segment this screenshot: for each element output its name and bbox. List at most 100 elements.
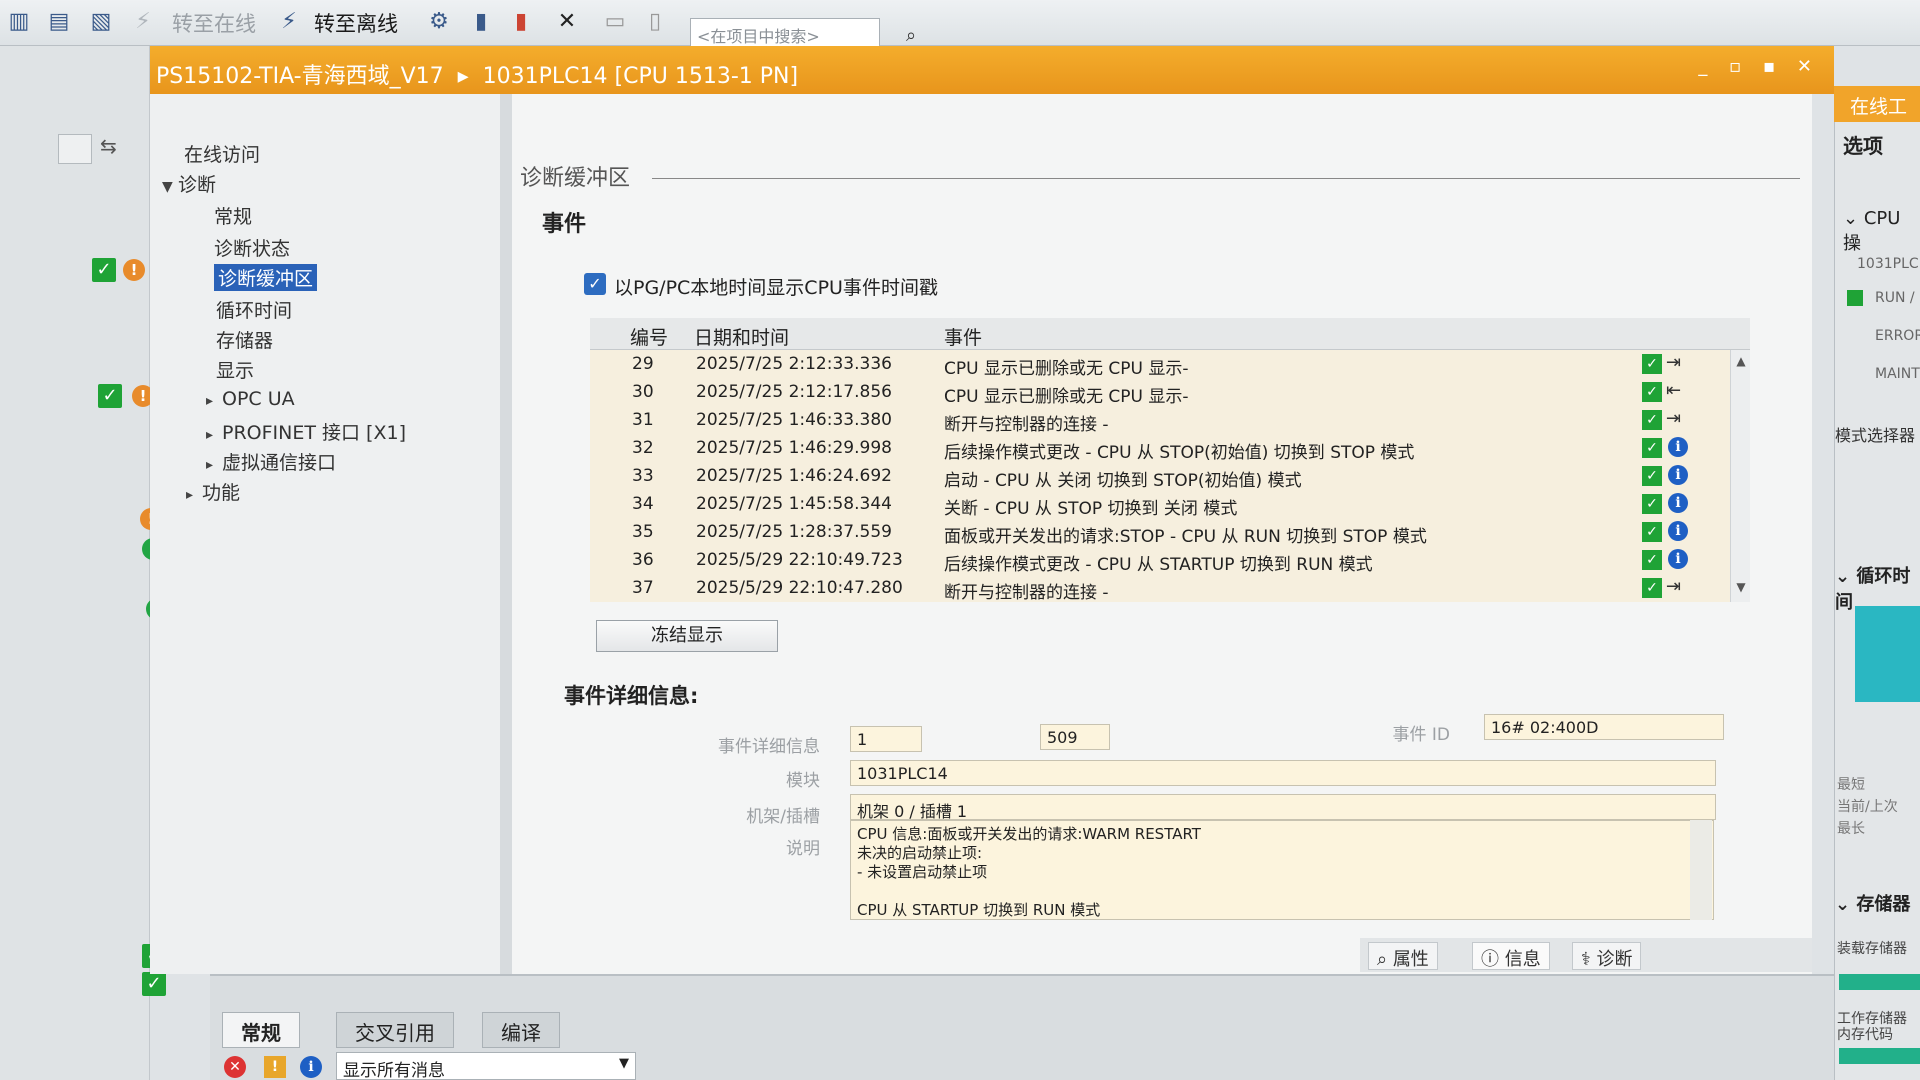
row-event: 面板或开关发出的请求:STOP - CPU 从 RUN 切换到 STOP 模式 (944, 527, 1427, 547)
pane-splitter[interactable] (500, 94, 512, 974)
split-horizontal-icon[interactable]: ▭ (600, 6, 630, 36)
table-row[interactable]: 36 2025/5/29 22:10:49.723 后续操作模式更改 - CPU… (590, 546, 1730, 575)
work-memory-sublabel: 内存代码 (1837, 1027, 1893, 1043)
detail-info-field-1: 1 (850, 726, 922, 752)
outgoing-event-icon: ⇥ (1666, 576, 1682, 597)
row-event: 启动 - CPU 从 关闭 切换到 STOP(初始值) 模式 (944, 471, 1302, 491)
section-heading: 诊断缓冲区 (520, 166, 631, 191)
status-ok-icon: ✓ (1642, 354, 1662, 374)
nav-online-access[interactable]: 在线访问 (184, 140, 260, 167)
split-vertical-icon[interactable]: ▯ (640, 6, 670, 36)
message-filter-select[interactable]: 显示所有消息 ▼ (336, 1052, 636, 1080)
nav-display[interactable]: 显示 (216, 356, 254, 383)
nav-diag-status[interactable]: 诊断状态 (214, 234, 290, 261)
open-project-icon[interactable]: ▥ (4, 6, 34, 36)
scroll-down-icon[interactable]: ▼ (1733, 580, 1749, 596)
column-event[interactable]: 事件 (944, 323, 982, 350)
table-row[interactable]: 30 2025/7/25 2:12:17.856 CPU 显示已删除或无 CPU… (590, 378, 1730, 407)
nav-functions[interactable]: ▸ 功能 (186, 478, 240, 505)
breadcrumb-arrow-icon: ▸ (457, 64, 469, 89)
event-id-label: 事件 ID (1392, 725, 1450, 745)
run-led-icon (1847, 290, 1863, 306)
description-scrollbar[interactable] (1690, 820, 1712, 920)
go-offline-button[interactable]: 转至离线 (314, 8, 398, 38)
tab-general[interactable]: 常规 (222, 1012, 300, 1048)
nav-cycle-time[interactable]: 循环时间 (216, 296, 292, 323)
list-view-icon[interactable] (58, 134, 92, 164)
info-tab[interactable]: ⓘ 信息 (1472, 942, 1550, 970)
nav-diag-buffer[interactable]: 诊断缓冲区 (214, 264, 318, 291)
print-icon[interactable]: ▧ (86, 6, 116, 36)
row-number: 29 (632, 354, 654, 374)
local-time-checkbox[interactable]: ✓ (584, 273, 606, 295)
table-row[interactable]: 29 2025/7/25 2:12:33.336 CPU 显示已删除或无 CPU… (590, 350, 1730, 379)
column-number[interactable]: 编号 (630, 323, 668, 350)
description-textarea[interactable]: CPU 信息:面板或开关发出的请求:WARM RESTART 未决的启动禁止项:… (850, 820, 1714, 920)
status-ok-icon: ✓ (1642, 550, 1662, 570)
table-row[interactable]: 35 2025/7/25 1:28:37.559 面板或开关发出的请求:STOP… (590, 518, 1730, 547)
table-row[interactable]: 34 2025/7/25 1:45:58.344 关断 - CPU 从 STOP… (590, 490, 1730, 519)
scroll-up-icon[interactable]: ▲ (1733, 354, 1749, 370)
info-filter-icon[interactable]: i (300, 1056, 322, 1078)
events-table-scrollbar[interactable]: ▲ ▼ (1730, 350, 1750, 602)
nav-general[interactable]: 常规 (214, 202, 252, 229)
go-offline-icon[interactable]: ⚡ (274, 6, 304, 36)
project-search-input[interactable]: <在项目中搜索> (690, 18, 880, 48)
chevron-down-icon: ⌄ (1835, 566, 1857, 587)
tree-view-icon[interactable]: ⇆ (100, 134, 134, 164)
table-row[interactable]: 37 2025/5/29 22:10:47.280 断开与控制器的连接 - ✓ … (590, 574, 1730, 603)
info-icon: i (1668, 549, 1688, 569)
triangle-right-icon: ▸ (186, 487, 194, 503)
row-number: 31 (632, 410, 654, 430)
rack-slot-field: 机架 0 / 插槽 1 (850, 794, 1716, 821)
outgoing-event-icon: ⇥ (1666, 352, 1682, 373)
window-controls[interactable]: _ ▫ ▪ ✕ (1698, 56, 1820, 77)
warning-filter-icon[interactable]: ! (264, 1056, 286, 1078)
table-row[interactable]: 32 2025/7/25 1:46:29.998 后续操作模式更改 - CPU … (590, 434, 1730, 463)
nav-memory[interactable]: 存储器 (216, 326, 273, 353)
accessible-devices-icon[interactable]: ⚙ (424, 6, 454, 36)
memory-section-header[interactable]: ⌄ 存储器 (1835, 890, 1910, 916)
warning-icon: ! (123, 259, 145, 281)
online-tools-tab[interactable]: 在线工 (1834, 86, 1920, 122)
table-row[interactable]: 33 2025/7/25 1:46:24.692 启动 - CPU 从 关闭 切… (590, 462, 1730, 491)
work-memory-bar (1839, 1048, 1920, 1064)
nav-virtual-interface[interactable]: ▸ 虚拟通信接口 (206, 448, 336, 475)
triangle-down-icon: ▼ (162, 179, 173, 195)
status-ok-icon: ✓ (1642, 382, 1662, 402)
events-table: 29 2025/7/25 2:12:33.336 CPU 显示已删除或无 CPU… (590, 350, 1730, 603)
cpu-section-header[interactable]: ⌄ CPU 操 (1843, 208, 1920, 255)
table-row[interactable]: 31 2025/7/25 1:46:33.380 断开与控制器的连接 - ✓ ⇥ (590, 406, 1730, 435)
tab-cross-references[interactable]: 交叉引用 (336, 1012, 454, 1048)
cross-references-icon[interactable]: ✕ (552, 6, 582, 36)
online-tools-panel: 选项 ⌄ CPU 操 1031PLC1 RUN / ERROR MAINT 模式… (1834, 86, 1920, 1080)
local-time-checkbox-label[interactable]: 以PG/PC本地时间显示CPU事件时间戳 (614, 273, 938, 300)
go-online-icon[interactable]: ⚡ (128, 6, 158, 36)
stop-cpu-icon[interactable]: ▮ (506, 6, 536, 36)
column-datetime[interactable]: 日期和时间 (694, 323, 789, 350)
row-event: CPU 显示已删除或无 CPU 显示- (944, 359, 1189, 379)
diagnostics-tab[interactable]: ⚕ 诊断 (1572, 942, 1642, 970)
start-cpu-icon[interactable]: ▮ (466, 6, 496, 36)
row-datetime: 2025/5/29 22:10:49.723 (696, 550, 903, 570)
load-memory-bar (1839, 974, 1920, 990)
status-ok-icon: ✓ (1642, 410, 1662, 430)
properties-tab[interactable]: ⌕ 属性 (1368, 942, 1438, 970)
incoming-event-icon: ⇤ (1666, 380, 1682, 401)
plc-name: 1031PLC1 (1857, 256, 1920, 272)
go-online-button[interactable]: 转至在线 (172, 8, 256, 38)
row-number: 35 (632, 522, 654, 542)
save-project-icon[interactable]: ▤ (44, 6, 74, 36)
nav-opc-ua[interactable]: ▸ OPC UA (206, 388, 295, 410)
diagnostics-icon: ⚕ (1581, 949, 1597, 970)
error-filter-icon[interactable]: ✕ (224, 1056, 246, 1078)
tab-compile[interactable]: 编译 (482, 1012, 560, 1048)
freeze-display-button[interactable]: 冻结显示 (596, 620, 778, 652)
row-event: 断开与控制器的连接 - (944, 583, 1109, 603)
row-number: 30 (632, 382, 654, 402)
properties-icon: ⌕ (1377, 949, 1393, 970)
row-number: 32 (632, 438, 654, 458)
run-led-label: RUN / (1875, 290, 1915, 306)
nav-profinet[interactable]: ▸ PROFINET 接口 [X1] (206, 418, 406, 445)
nav-diagnostics[interactable]: ▼ 诊断 (162, 170, 216, 197)
